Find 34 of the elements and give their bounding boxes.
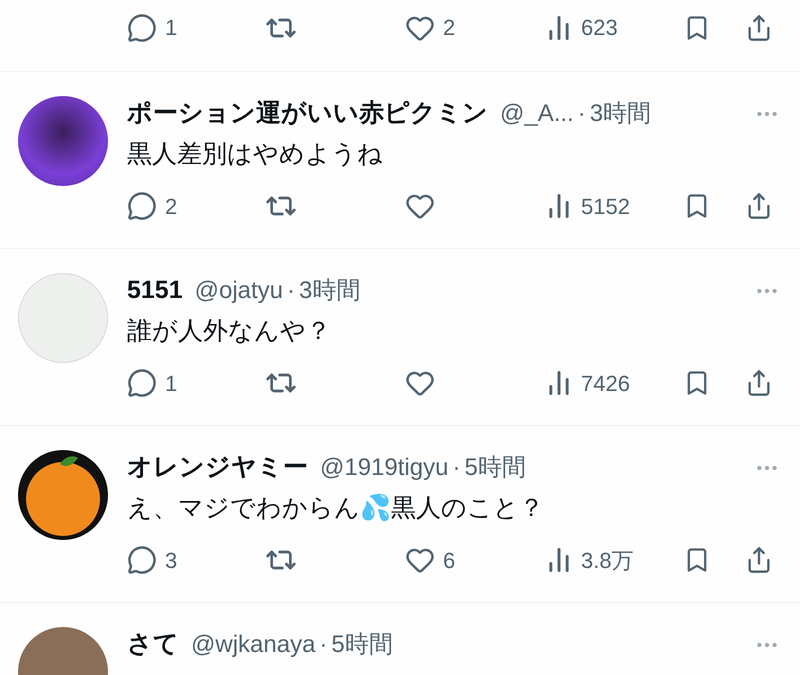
user-handle[interactable]: @ojatyu — [194, 273, 284, 309]
avatar-drawing[interactable] — [18, 450, 108, 540]
user-handle[interactable]: @wjkanaya — [191, 627, 316, 663]
separator-dot: · — [319, 630, 328, 660]
user-name[interactable]: ポーション運がいい赤ピクミン — [127, 95, 488, 133]
view-count: 623 — [581, 14, 618, 42]
reply-text: え、マジでわからん💦黒人のこと？ — [127, 492, 545, 524]
post-time[interactable]: 5時間 — [331, 627, 393, 663]
reply-count: 1 — [165, 370, 178, 398]
reply-icon[interactable] — [127, 191, 157, 221]
like-count: 6 — [443, 546, 456, 574]
post-time[interactable]: 3時間 — [299, 273, 360, 309]
user-name[interactable]: 5151 — [127, 272, 183, 310]
reply-icon[interactable] — [127, 368, 157, 398]
post-time[interactable]: 5時間 — [464, 450, 526, 486]
like-count: 2 — [443, 14, 456, 42]
reply-icon[interactable] — [127, 12, 157, 42]
view-count: 5152 — [581, 192, 630, 220]
view-count: 7426 — [581, 370, 630, 398]
user-name[interactable]: オレンジヤミー — [127, 449, 308, 487]
reply-text: 黒人差別はやめようね — [127, 139, 384, 170]
reply-count: 3 — [165, 546, 178, 574]
separator-dot: · — [578, 99, 586, 129]
reply-count: 1 — [165, 14, 178, 42]
reply-icon[interactable] — [127, 545, 157, 575]
user-handle[interactable]: @_A... — [500, 96, 574, 132]
separator-dot: · — [452, 453, 460, 483]
reply-count: 2 — [165, 192, 178, 220]
reply-text: 誰が人外なんや？ — [127, 316, 332, 347]
view-count: 3.8万 — [581, 546, 634, 574]
separator-dot: · — [287, 276, 296, 306]
user-handle[interactable]: @1919tigyu — [320, 450, 448, 486]
post-time[interactable]: 3時間 — [590, 96, 652, 132]
user-name[interactable]: さて — [127, 626, 179, 664]
